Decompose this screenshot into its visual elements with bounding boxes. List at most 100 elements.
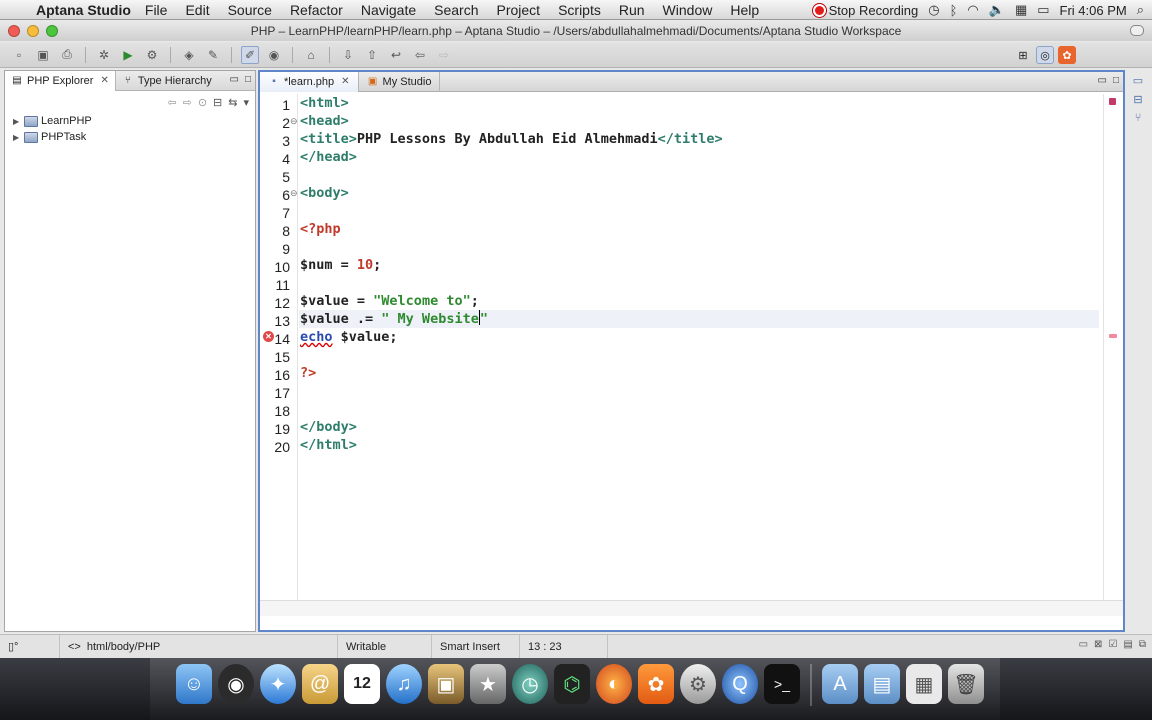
firefox-icon[interactable]: ◐ bbox=[596, 664, 632, 704]
search-view-icon[interactable]: ⧉ bbox=[1139, 639, 1146, 650]
fold-icon[interactable]: ⊖ bbox=[290, 184, 298, 202]
menu-window[interactable]: Window bbox=[663, 2, 713, 18]
itunes-icon[interactable]: ♫ bbox=[386, 664, 422, 704]
safari-icon[interactable]: ✦ bbox=[260, 664, 296, 704]
open-perspective-icon[interactable]: ⊞ bbox=[1014, 46, 1032, 64]
tab-learn-php[interactable]: ▪ *learn.php ✕ bbox=[260, 71, 359, 92]
fast-view-icon[interactable]: ▯° bbox=[8, 640, 18, 653]
trash-icon[interactable]: 🗑 bbox=[948, 664, 984, 704]
hierarchy-icon[interactable]: ⑂ bbox=[1135, 112, 1142, 124]
volume-icon[interactable]: 🔈 bbox=[989, 2, 1005, 18]
tab-php-explorer[interactable]: ▤ PHP Explorer ✕ bbox=[5, 70, 116, 91]
aptana-icon[interactable]: ✿ bbox=[638, 664, 674, 704]
web-perspective-icon[interactable]: ✿ bbox=[1058, 46, 1076, 64]
minimize-window-button[interactable] bbox=[27, 25, 39, 37]
new-icon[interactable]: ▫ bbox=[10, 46, 28, 64]
run-icon[interactable]: ▶ bbox=[119, 46, 137, 64]
back-icon[interactable]: ⇦ bbox=[411, 46, 429, 64]
tree-item-phptask[interactable]: ▶ PHPTask bbox=[5, 129, 255, 145]
menu-refactor[interactable]: Refactor bbox=[290, 2, 343, 18]
clock[interactable]: Fri 4:06 PM bbox=[1060, 3, 1127, 18]
expand-icon[interactable]: ▶ bbox=[13, 133, 21, 142]
wand-icon[interactable]: ✎ bbox=[204, 46, 222, 64]
menu-edit[interactable]: Edit bbox=[185, 2, 209, 18]
finder-icon[interactable]: ☺ bbox=[176, 664, 212, 704]
menu-help[interactable]: Help bbox=[730, 2, 759, 18]
stop-recording-button[interactable]: Stop Recording bbox=[812, 3, 918, 18]
restore-icon[interactable]: ▭ bbox=[1133, 74, 1143, 87]
spotlight-icon[interactable]: ⌕ bbox=[1137, 2, 1144, 18]
quicktime-icon[interactable]: Q bbox=[722, 664, 758, 704]
gear-app-icon[interactable]: ⚙ bbox=[680, 664, 716, 704]
minimize-icon[interactable]: ▭ bbox=[230, 74, 239, 85]
collapse-all-icon[interactable]: ⊟ bbox=[213, 96, 222, 109]
tree-item-learnphp[interactable]: ▶ LearnPHP bbox=[5, 113, 255, 129]
breadcrumb-path[interactable]: html/body/PHP bbox=[87, 641, 160, 653]
wifi-icon[interactable]: ◠ bbox=[967, 2, 978, 18]
menu-file[interactable]: File bbox=[145, 2, 168, 18]
editor-body[interactable]: 1 2 ⊖ 3 4 5 6 ⊖ 7 8 9 10 11 12 13 14 15 … bbox=[260, 94, 1123, 616]
expand-icon[interactable]: ▶ bbox=[13, 117, 21, 126]
tab-type-hierarchy[interactable]: ⑂ Type Hierarchy bbox=[116, 71, 218, 91]
close-window-button[interactable] bbox=[8, 25, 20, 37]
fold-icon[interactable]: ⊖ bbox=[290, 112, 298, 130]
external-tools-icon[interactable]: ⚙ bbox=[143, 46, 161, 64]
next-annotation-icon[interactable]: ⇩ bbox=[339, 46, 357, 64]
code-area[interactable]: <html> <head> <title>PHP Lessons By Abdu… bbox=[263, 94, 1099, 616]
documents-folder-icon[interactable]: ▤ bbox=[864, 664, 900, 704]
menu-navigate[interactable]: Navigate bbox=[361, 2, 416, 18]
time-machine-icon[interactable]: ◷ bbox=[512, 664, 548, 704]
menu-run[interactable]: Run bbox=[619, 2, 645, 18]
mail-icon[interactable]: @ bbox=[302, 664, 338, 704]
menu-search[interactable]: Search bbox=[434, 2, 478, 18]
error-overview-mark[interactable] bbox=[1109, 334, 1117, 338]
forward-icon[interactable]: ⇨ bbox=[435, 46, 453, 64]
tab-my-studio[interactable]: ▣ My Studio bbox=[359, 71, 441, 92]
save-icon[interactable]: ▣ bbox=[34, 46, 52, 64]
imovie-icon[interactable]: ★ bbox=[470, 664, 506, 704]
console-icon[interactable]: ▭ bbox=[1079, 639, 1088, 650]
bluetooth-icon[interactable]: ᛒ bbox=[950, 3, 958, 18]
iphoto-icon[interactable]: ▣ bbox=[428, 664, 464, 704]
maximize-icon[interactable]: □ bbox=[245, 74, 251, 85]
overview-ruler[interactable] bbox=[1103, 94, 1123, 616]
zoom-window-button[interactable] bbox=[46, 25, 58, 37]
open-type-icon[interactable]: ◈ bbox=[180, 46, 198, 64]
last-edit-icon[interactable]: ↩ bbox=[387, 46, 405, 64]
print-icon[interactable]: ⎙ bbox=[58, 46, 76, 64]
view-menu-icon[interactable]: ▾ bbox=[243, 96, 249, 109]
terminal-icon[interactable]: >_ bbox=[764, 664, 800, 704]
menu-scripts[interactable]: Scripts bbox=[558, 2, 601, 18]
error-icon[interactable]: ✕ bbox=[263, 331, 274, 342]
flag-icon[interactable]: ▦ bbox=[1015, 2, 1027, 18]
forward-icon[interactable]: ⇨ bbox=[183, 96, 192, 109]
error-summary-icon[interactable] bbox=[1109, 98, 1116, 105]
up-icon[interactable]: ⊙ bbox=[198, 96, 207, 109]
toolbar-toggle-button[interactable] bbox=[1130, 25, 1144, 36]
minimize-icon[interactable]: ▭ bbox=[1098, 75, 1107, 86]
menu-project[interactable]: Project bbox=[496, 2, 540, 18]
tasks-icon[interactable]: ☑ bbox=[1108, 639, 1117, 650]
debug-icon[interactable]: ✲ bbox=[95, 46, 113, 64]
menu-source[interactable]: Source bbox=[228, 2, 272, 18]
previous-annotation-icon[interactable]: ⇧ bbox=[363, 46, 381, 64]
downloads-stack-icon[interactable]: ▦ bbox=[906, 664, 942, 704]
time-machine-icon[interactable]: ◷ bbox=[928, 2, 939, 18]
close-icon[interactable]: ✕ bbox=[341, 76, 349, 87]
outline-icon[interactable]: ⊟ bbox=[1133, 93, 1142, 106]
close-icon[interactable]: ✕ bbox=[100, 75, 108, 86]
calendar-icon[interactable]: 12 bbox=[344, 664, 380, 704]
zoin-icon[interactable]: ⌬ bbox=[554, 664, 590, 704]
terminal-icon[interactable]: ▤ bbox=[1123, 639, 1132, 650]
applications-folder-icon[interactable]: A bbox=[822, 664, 858, 704]
dashboard-icon[interactable]: ◉ bbox=[218, 664, 254, 704]
horizontal-scrollbar[interactable] bbox=[260, 600, 1123, 616]
globe-icon[interactable]: ◉ bbox=[265, 46, 283, 64]
back-icon[interactable]: ⇦ bbox=[167, 96, 176, 109]
task-icon[interactable]: ⌂ bbox=[302, 46, 320, 64]
php-perspective-icon[interactable]: ◎ bbox=[1036, 46, 1054, 64]
problems-icon[interactable]: ⊠ bbox=[1094, 639, 1102, 650]
mark-occurrences-icon[interactable]: ✐ bbox=[241, 45, 259, 64]
battery-icon[interactable]: ▭ bbox=[1037, 2, 1049, 18]
app-menu[interactable]: Aptana Studio bbox=[36, 2, 131, 18]
